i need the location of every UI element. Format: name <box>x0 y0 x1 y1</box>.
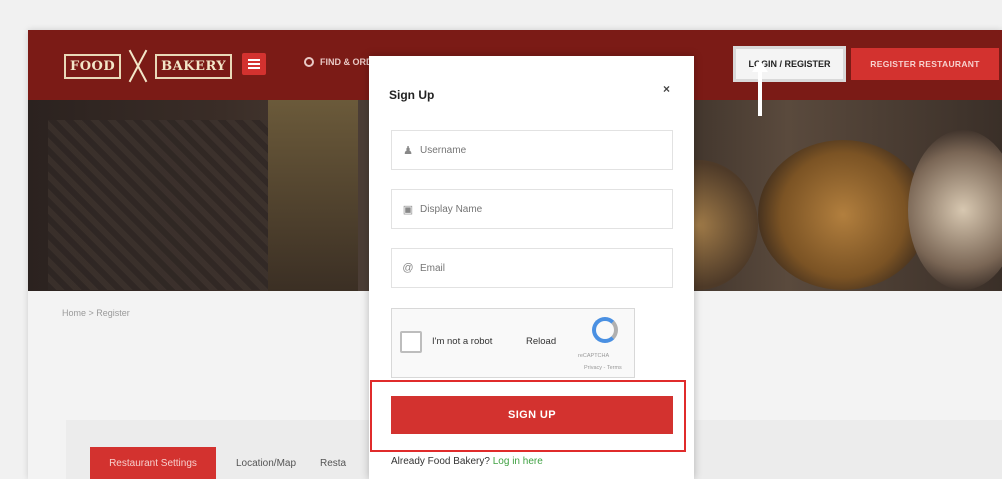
close-button[interactable]: × <box>663 82 670 96</box>
hero-texture <box>48 120 268 290</box>
recaptcha-widget: I'm not a robot Reload reCAPTCHA Privacy… <box>391 308 635 378</box>
menu-line <box>248 63 260 65</box>
logo-food-text: FOOD <box>64 53 122 79</box>
hero-texture <box>268 100 358 291</box>
breadcrumb[interactable]: Home > Register <box>62 308 130 318</box>
hamburger-menu-button[interactable] <box>242 53 266 75</box>
recaptcha-label: I'm not a robot <box>432 336 493 347</box>
recaptcha-privacy-terms[interactable]: Privacy - Terms <box>584 365 622 371</box>
at-icon: @ <box>402 262 414 274</box>
recaptcha-checkbox[interactable] <box>400 331 422 353</box>
display-name-field[interactable]: ▣ <box>391 189 673 229</box>
logo-bakery-text: BAKERY <box>155 53 233 79</box>
username-input[interactable] <box>420 144 660 156</box>
email-field[interactable]: @ <box>391 248 673 288</box>
login-register-button[interactable]: LOGIN / REGISTER <box>733 46 846 82</box>
arrow-shaft <box>758 66 762 116</box>
already-member-text: Already Food Bakery? Log in here <box>391 456 543 467</box>
login-link[interactable]: Log in here <box>493 456 543 467</box>
tab-location-map[interactable]: Location/Map <box>236 447 296 479</box>
signup-modal: Sign Up × ♟ ▣ @ I'm not a robot Reload r… <box>369 56 694 479</box>
tab-restaurant-settings[interactable]: Restaurant Settings <box>90 447 216 479</box>
recaptcha-logo-icon <box>592 317 618 343</box>
hero-texture <box>908 130 1002 290</box>
register-restaurant-button[interactable]: REGISTER RESTAURANT <box>851 48 999 80</box>
signup-button[interactable]: SIGN UP <box>391 396 673 434</box>
cutlery-icon <box>125 48 151 84</box>
arrow-head <box>752 60 768 72</box>
arrow-up-icon <box>752 60 768 116</box>
already-member-label: Already Food Bakery? <box>391 456 490 467</box>
tab-restaurant[interactable]: Resta <box>320 447 346 479</box>
modal-title: Sign Up <box>389 88 435 102</box>
menu-line <box>248 67 260 69</box>
recaptcha-brand: reCAPTCHA <box>578 353 610 359</box>
email-input[interactable] <box>420 262 660 274</box>
username-field[interactable]: ♟ <box>391 130 673 170</box>
display-name-input[interactable] <box>420 203 660 215</box>
page: FOOD BAKERY FIND & ORDER LOGIN / REGISTE… <box>0 0 1002 479</box>
user-icon: ♟ <box>403 144 413 157</box>
site-logo[interactable]: FOOD BAKERY <box>64 48 233 84</box>
id-card-icon: ▣ <box>402 203 414 216</box>
hero-texture <box>758 140 928 290</box>
search-icon <box>304 57 314 67</box>
recaptcha-reload[interactable]: Reload <box>526 336 556 347</box>
menu-line <box>248 59 260 61</box>
